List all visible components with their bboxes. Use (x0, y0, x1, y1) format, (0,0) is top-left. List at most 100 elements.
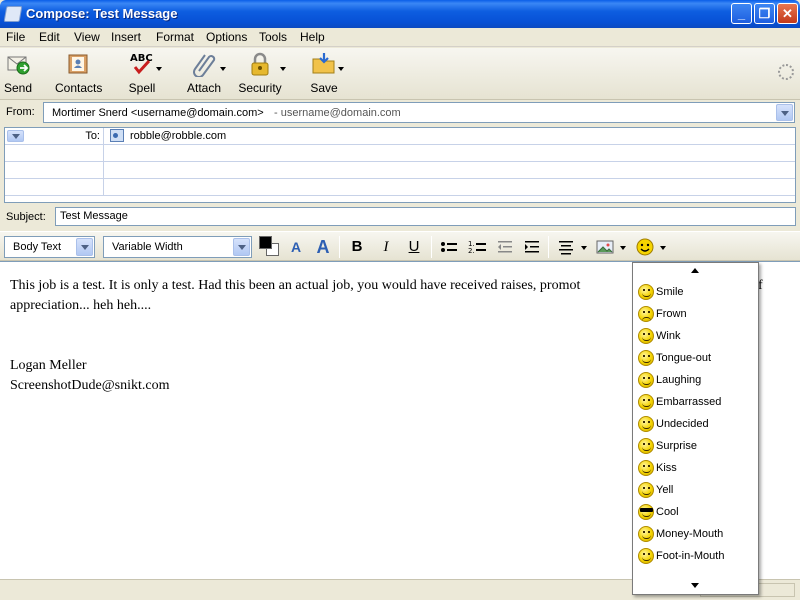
minimize-icon: _ (737, 6, 746, 21)
restore-icon: ❐ (758, 6, 771, 21)
menu-edit[interactable]: Edit (39, 30, 60, 44)
recipient-list[interactable]: To: robble@robble.com (4, 127, 796, 203)
embarrassed-icon (638, 394, 654, 410)
body-line: appreciation... heh heh.... (10, 298, 152, 313)
surprise-icon (638, 438, 654, 454)
spellcheck-icon: ABC (130, 53, 153, 75)
smiley-icon[interactable] (634, 237, 656, 257)
recipient-type-cell (5, 145, 104, 161)
from-select[interactable]: Mortimer Snerd <username@domain.com> - u… (43, 102, 795, 123)
send-label: Send (3, 81, 33, 95)
smiley-dropdown-icon[interactable] (660, 246, 666, 250)
smiley-menu-item[interactable]: Kiss (633, 458, 758, 480)
bold-button[interactable]: B (346, 237, 368, 257)
menu-format[interactable]: Format (156, 30, 194, 44)
attach-label: Attach (186, 81, 222, 95)
save-label: Save (310, 81, 338, 95)
svg-text:2.: 2. (468, 247, 475, 255)
chevron-down-icon[interactable] (7, 130, 24, 142)
smiley-menu-item[interactable]: Money-Mouth (633, 524, 758, 546)
smiley-menu-item[interactable]: Embarrassed (633, 392, 758, 414)
smiley-menu-item[interactable]: Frown (633, 304, 758, 326)
scroll-down-icon[interactable] (691, 583, 699, 588)
recipient-row-empty[interactable] (5, 145, 795, 162)
outdent-icon[interactable] (494, 237, 516, 257)
smiley-menu-item[interactable]: Tongue-out (633, 348, 758, 370)
text-color-button[interactable] (259, 236, 272, 249)
menu-file[interactable]: File (6, 30, 25, 44)
smiley-menu-item[interactable]: Laughing (633, 370, 758, 392)
smiley-menu-item[interactable]: Surprise (633, 436, 758, 458)
menu-insert[interactable]: Insert (111, 30, 141, 44)
contact-card-icon (110, 129, 124, 142)
close-button[interactable]: ✕ (777, 3, 798, 24)
send-icon (7, 56, 30, 75)
spell-dropdown-icon[interactable] (156, 67, 162, 71)
chevron-down-icon[interactable] (233, 238, 250, 256)
subject-value: Test Message (60, 210, 128, 222)
align-dropdown-icon[interactable] (581, 246, 587, 250)
recipient-input[interactable]: robble@robble.com (130, 130, 226, 142)
spell-button[interactable]: ABC Spell (124, 51, 162, 97)
smiley-menu-item[interactable]: Undecided (633, 414, 758, 436)
insert-dropdown-icon[interactable] (620, 246, 626, 250)
minimize-button[interactable]: _ (731, 3, 752, 24)
security-dropdown-icon[interactable] (280, 67, 286, 71)
smiley-label: Yell (656, 484, 674, 496)
smiley-label: Wink (656, 330, 681, 342)
smiley-menu-item[interactable]: Cool (633, 502, 758, 524)
title-bar[interactable]: Compose: Test Message _ ❐ ✕ (0, 0, 800, 28)
laughing-icon (638, 372, 654, 388)
from-account: - username@domain.com (274, 107, 401, 119)
save-button[interactable]: Save (306, 51, 344, 97)
font-select[interactable]: Variable Width (103, 236, 252, 258)
menu-bar: File Edit View Insert Format Options Too… (0, 28, 800, 47)
recipient-row-empty[interactable] (5, 162, 795, 179)
attach-dropdown-icon[interactable] (220, 67, 226, 71)
from-label: From: (6, 106, 35, 118)
smiley-label: Frown (656, 308, 687, 320)
underline-button[interactable]: U (403, 237, 425, 257)
larger-font-icon[interactable]: A (312, 237, 334, 257)
save-dropdown-icon[interactable] (338, 67, 344, 71)
paragraph-style-value: Body Text (13, 241, 62, 253)
scroll-up-icon[interactable] (691, 268, 699, 273)
undecided-icon (638, 416, 654, 432)
chevron-down-icon[interactable] (776, 104, 793, 121)
contacts-label: Contacts (55, 81, 103, 95)
close-icon: ✕ (782, 6, 793, 21)
maximize-button[interactable]: ❐ (754, 3, 775, 24)
attach-button[interactable]: Attach (184, 51, 226, 97)
window-title: Compose: Test Message (26, 6, 178, 21)
smiley-menu-item[interactable]: Smile (633, 282, 758, 304)
smaller-font-icon[interactable]: A (285, 237, 307, 257)
chevron-down-icon[interactable] (76, 238, 93, 256)
recipient-row[interactable]: To: robble@robble.com (5, 128, 795, 145)
indent-icon[interactable] (521, 237, 543, 257)
menu-tools[interactable]: Tools (259, 30, 287, 44)
recipient-type-label: To: (85, 130, 100, 142)
menu-view[interactable]: View (74, 30, 100, 44)
menu-options[interactable]: Options (206, 30, 247, 44)
smiley-menu[interactable]: Smile Frown Wink Tongue-out Laughing Embarras… (632, 262, 759, 595)
paperclip-icon (193, 54, 216, 77)
paragraph-style-select[interactable]: Body Text (4, 236, 95, 258)
smiley-menu-item[interactable]: Wink (633, 326, 758, 348)
menu-help[interactable]: Help (300, 30, 325, 44)
smiley-menu-item[interactable]: Yell (633, 480, 758, 502)
send-button[interactable]: Send (2, 51, 34, 97)
italic-button[interactable]: I (375, 237, 397, 257)
smiley-menu-item[interactable]: Foot-in-Mouth (633, 546, 758, 568)
tongue-out-icon (638, 350, 654, 366)
numbered-list-icon[interactable]: 1.2. (466, 237, 488, 257)
toolbar-separator (548, 236, 549, 258)
security-button[interactable]: Security (236, 51, 286, 97)
recipient-row-empty[interactable] (5, 179, 795, 196)
insert-image-icon[interactable] (594, 237, 616, 257)
align-icon[interactable] (555, 237, 577, 257)
contacts-button[interactable]: Contacts (55, 51, 103, 97)
subject-input[interactable]: Test Message (55, 207, 796, 226)
recipient-type-select[interactable]: To: (5, 128, 104, 144)
smiley-label: Kiss (656, 462, 677, 474)
bullet-list-icon[interactable] (438, 237, 460, 257)
